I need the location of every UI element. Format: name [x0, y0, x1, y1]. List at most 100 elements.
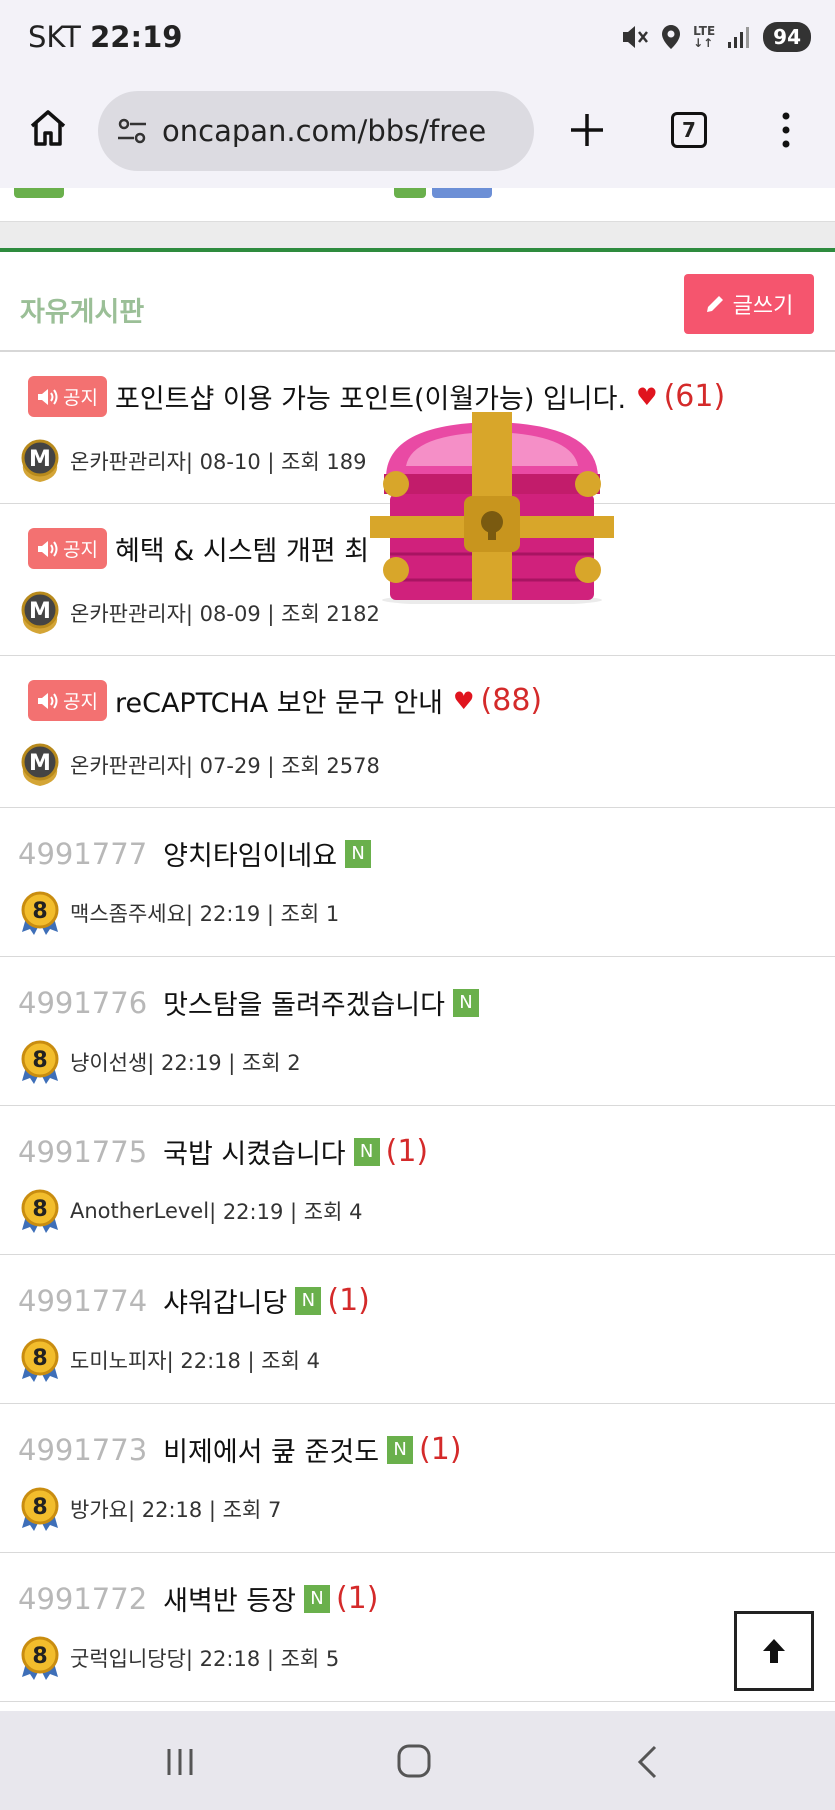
svg-text:8: 8 — [32, 1048, 47, 1073]
recent-apps-icon[interactable] — [166, 1747, 194, 1777]
new-badge: N — [452, 988, 479, 1017]
site-settings-icon[interactable] — [116, 115, 148, 147]
new-badge: N — [387, 1435, 414, 1464]
post-title[interactable]: 혜택 & 시스템 개편 최 — [115, 529, 369, 568]
arrow-up-icon — [763, 1639, 785, 1663]
home-nav-icon[interactable] — [396, 1743, 432, 1779]
url-text[interactable]: oncapan.com/bbs/free — [162, 114, 486, 148]
post-row[interactable]: 4991776 맛스탐을 돌려주겠습니다 N 8 냥이선생 | 22:19 | … — [0, 957, 835, 1106]
level-badge-icon: 8 — [21, 891, 59, 935]
level-badge-icon: 8 — [21, 1636, 59, 1680]
level-badge-icon: 8 — [21, 1040, 59, 1084]
author-name[interactable]: 냥이선생 — [70, 1047, 147, 1077]
author-name[interactable]: 맥스좀주세요 — [70, 898, 186, 928]
new-badge: N — [345, 839, 372, 868]
more-menu-icon[interactable] — [776, 110, 796, 150]
speaker-icon — [38, 540, 58, 557]
author-name[interactable]: 온카판관리자 — [70, 446, 186, 476]
notice-badge: 공지 — [28, 680, 107, 721]
svg-text:M: M — [29, 447, 51, 472]
post-title[interactable]: 맛스탐을 돌려주겠습니다 — [163, 983, 445, 1022]
admin-badge-icon: M — [21, 439, 59, 482]
post-meta: 8 굿럭입니당당 | 22:18 | 조회 5 — [18, 1635, 339, 1681]
location-icon — [662, 25, 681, 49]
tab-switcher-button[interactable]: 7 — [671, 112, 707, 148]
author-name[interactable]: 온카판관리자 — [70, 750, 186, 780]
svg-text:8: 8 — [32, 1495, 47, 1520]
new-badge: N — [295, 1286, 322, 1315]
post-title[interactable]: 샤워갑니당 — [163, 1281, 287, 1320]
post-title-line: 공지 혜택 & 시스템 개편 최 — [28, 528, 369, 569]
carrier-label: SKT — [28, 20, 81, 54]
author-name[interactable]: 방가요 — [70, 1494, 128, 1524]
notice-row[interactable]: 공지 reCAPTCHA 보안 문구 안내 ♥ (88) M 온카판관리자 | … — [0, 656, 835, 808]
post-meta: M 온카판관리자 | 08-10 | 조회 189 — [18, 438, 367, 484]
author-name[interactable]: 도미노피자 — [70, 1345, 167, 1375]
post-row[interactable]: 4991773 비제에서 쿺 준것도 N (1) 8 방가요 | 22:18 |… — [0, 1404, 835, 1553]
svg-text:M: M — [29, 599, 51, 624]
post-title[interactable]: 양치타임이네요 — [163, 834, 337, 873]
author-name[interactable]: 온카판관리자 — [70, 598, 186, 628]
post-row[interactable]: 4991777 양치타임이네요 N 8 맥스좀주세요 | 22:19 | 조회 … — [0, 808, 835, 957]
post-date-views: | 07-29 | 조회 2578 — [185, 754, 380, 778]
section-divider — [0, 222, 835, 248]
post-number: 4991777 — [18, 836, 148, 871]
speaker-icon — [38, 692, 58, 709]
battery-indicator: 94 — [763, 22, 811, 52]
treasure-chest-icon[interactable] — [366, 404, 618, 604]
admin-badge-icon: M — [21, 591, 59, 634]
post-row[interactable]: 4991772 새벽반 등장 N (1) 8 굿럭입니당당 | 22:18 | … — [0, 1553, 835, 1702]
svg-text:8: 8 — [32, 899, 47, 924]
write-post-button[interactable]: 글쓰기 — [684, 274, 814, 334]
heart-icon: ♥ — [636, 382, 658, 411]
system-nav-bar — [0, 1711, 835, 1810]
green-button-remnant — [14, 188, 64, 198]
comment-count: (1) — [385, 1134, 429, 1169]
post-title-line: 공지 reCAPTCHA 보안 문구 안내 ♥ (88) — [28, 680, 542, 721]
post-meta: 8 방가요 | 22:18 | 조회 7 — [18, 1486, 281, 1532]
post-row[interactable]: 4991774 샤워갑니당 N (1) 8 도미노피자 | 22:18 | 조회… — [0, 1255, 835, 1404]
svg-text:8: 8 — [32, 1197, 47, 1222]
back-icon[interactable] — [636, 1745, 658, 1779]
post-date-views: | 08-10 | 조회 189 — [185, 450, 367, 474]
status-icons: LTE ↓↑ 94 — [621, 22, 811, 52]
post-date-views: | 08-09 | 조회 2182 — [185, 602, 380, 626]
svg-text:8: 8 — [32, 1644, 47, 1669]
post-title-line: 4991776 맛스탐을 돌려주겠습니다 N — [18, 983, 479, 1022]
board-header: 자유게시판 글쓰기 — [0, 248, 835, 352]
signal-icon — [728, 27, 750, 48]
post-title[interactable]: 새벽반 등장 — [163, 1579, 296, 1618]
post-title[interactable]: 비제에서 쿺 준것도 — [163, 1430, 379, 1469]
post-time-views: | 22:19 | 조회 2 — [147, 1051, 301, 1075]
notice-badge: 공지 — [28, 528, 107, 569]
browser-toolbar: oncapan.com/bbs/free 7 — [0, 78, 835, 188]
post-title-line: 4991775 국밥 시켰습니다 N (1) — [18, 1132, 428, 1171]
comment-count: (61) — [663, 379, 726, 414]
post-time-views: | 22:19 | 조회 1 — [185, 902, 340, 926]
network-type: LTE ↓↑ — [693, 24, 716, 50]
post-time-views: | 22:19 | 조회 4 — [209, 1200, 363, 1224]
author-name[interactable]: AnotherLevel — [70, 1199, 209, 1223]
post-number: 4991773 — [18, 1432, 148, 1467]
post-row[interactable]: 4991775 국밥 시켰습니다 N (1) 8 AnotherLevel | … — [0, 1106, 835, 1255]
pencil-icon — [706, 296, 723, 312]
post-title-line: 4991774 샤워갑니당 N (1) — [18, 1281, 370, 1320]
post-meta: 8 도미노피자 | 22:18 | 조회 4 — [18, 1337, 320, 1383]
post-title[interactable]: reCAPTCHA 보안 문구 안내 — [115, 681, 443, 720]
new-tab-icon[interactable] — [568, 111, 606, 149]
comment-count: (1) — [327, 1283, 370, 1318]
svg-text:M: M — [29, 751, 51, 776]
level-badge-icon: 8 — [21, 1487, 59, 1531]
post-title[interactable]: 국밥 시켰습니다 — [163, 1132, 345, 1171]
post-meta: M 온카판관리자 | 07-29 | 조회 2578 — [18, 742, 380, 788]
author-name[interactable]: 굿럭입니당당 — [70, 1643, 186, 1673]
level-badge-icon: 8 — [21, 1189, 59, 1233]
clock: 22:19 — [90, 20, 183, 54]
scroll-top-button[interactable] — [734, 1611, 814, 1691]
post-time-views: | 22:18 | 조회 7 — [127, 1498, 282, 1522]
home-icon[interactable] — [28, 108, 68, 148]
speaker-icon — [38, 388, 58, 405]
post-time-views: | 22:18 | 조회 5 — [185, 1647, 340, 1671]
address-bar[interactable]: oncapan.com/bbs/free — [98, 91, 534, 171]
level-badge-icon: 8 — [21, 1338, 59, 1382]
